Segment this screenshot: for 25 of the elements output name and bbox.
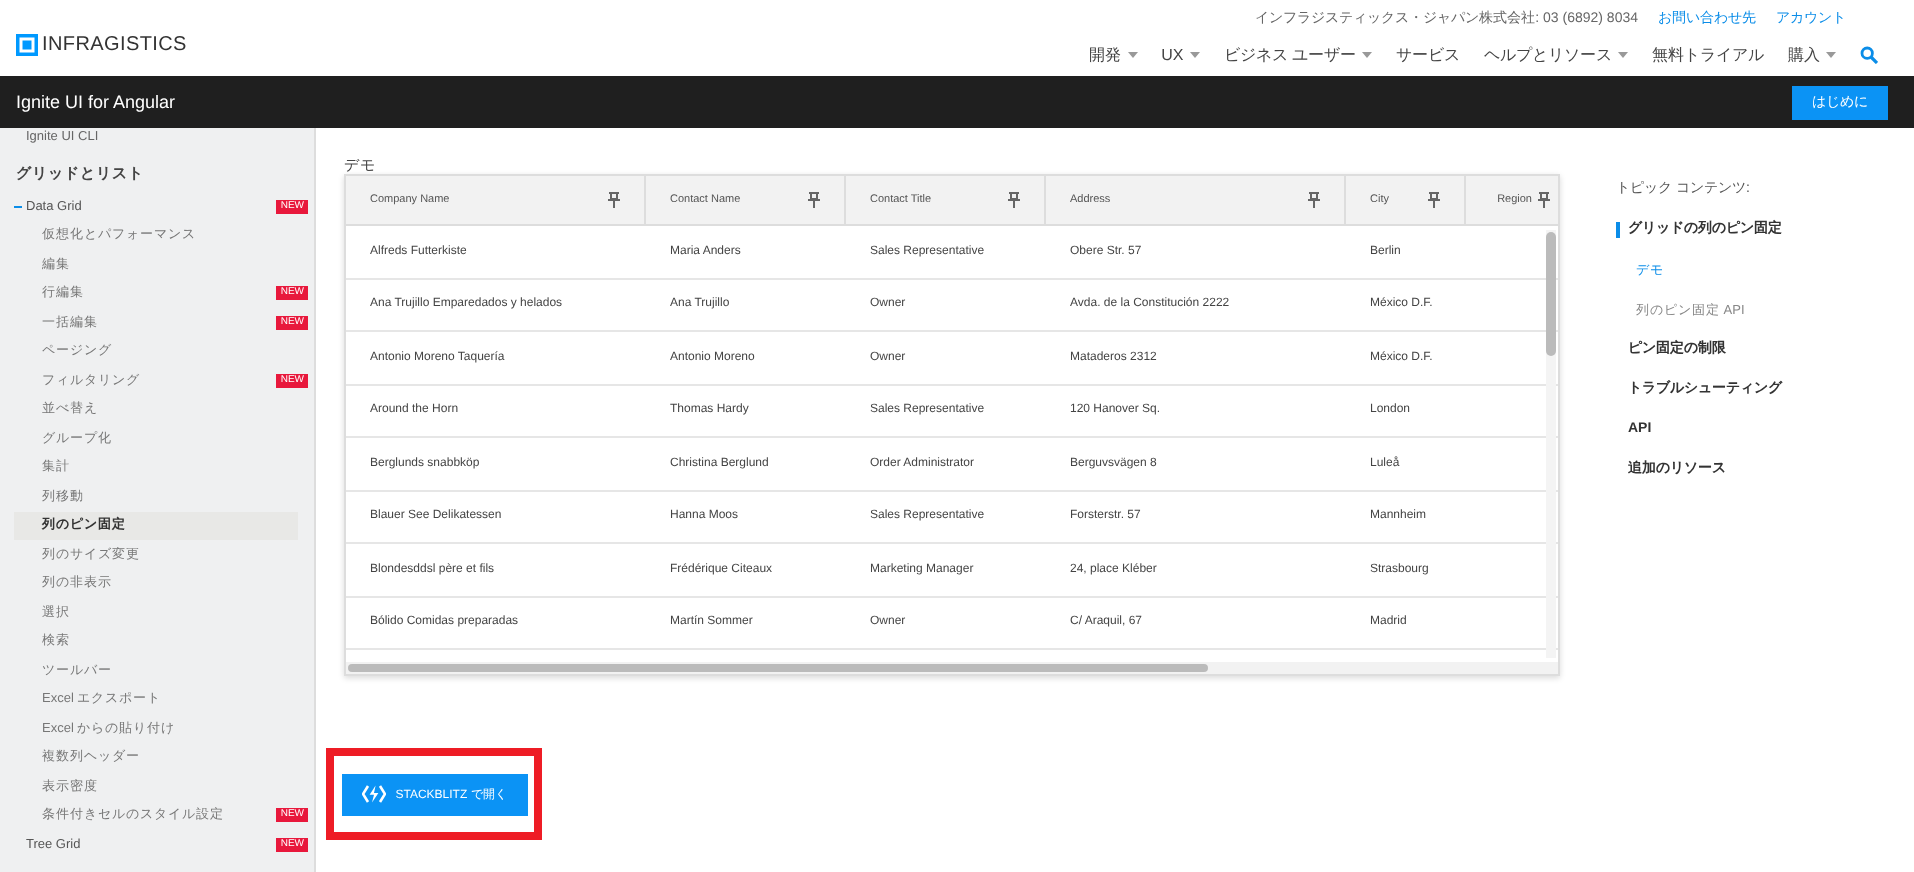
nav-item[interactable]: 購入 bbox=[1788, 44, 1836, 66]
caret-icon bbox=[1362, 52, 1372, 58]
vertical-scrollbar[interactable] bbox=[1546, 230, 1556, 658]
nav-item[interactable]: ビジネス ユーザー bbox=[1223, 44, 1372, 66]
logo-wordmark[interactable]: INFRAGISTICS bbox=[42, 34, 187, 56]
nav-item[interactable]: ヘルプとリソース bbox=[1484, 44, 1628, 66]
horizontal-scrollbar[interactable] bbox=[346, 662, 1558, 674]
pin-icon[interactable] bbox=[1008, 192, 1020, 208]
nav-item[interactable]: UX bbox=[1161, 46, 1200, 64]
search-icon[interactable] bbox=[1860, 46, 1878, 64]
pin-icon[interactable] bbox=[808, 192, 820, 208]
caret-icon bbox=[1127, 52, 1138, 58]
pin-icon[interactable] bbox=[1538, 192, 1550, 208]
caret-icon bbox=[1826, 52, 1836, 58]
pin-icon[interactable] bbox=[608, 192, 620, 208]
caret-icon bbox=[1189, 52, 1200, 58]
pin-icon[interactable] bbox=[1308, 192, 1320, 208]
nav-item[interactable]: 無料トライアル bbox=[1652, 44, 1764, 66]
pin-icon[interactable] bbox=[1428, 192, 1440, 208]
nav-item[interactable]: 開発 bbox=[1089, 44, 1138, 66]
nav-item[interactable]: サービス bbox=[1396, 44, 1460, 66]
product-title: Ignite UI for Angular bbox=[16, 92, 176, 112]
logo-icon bbox=[16, 34, 38, 56]
bolt-icon bbox=[361, 784, 386, 804]
caret-icon bbox=[1618, 52, 1628, 58]
